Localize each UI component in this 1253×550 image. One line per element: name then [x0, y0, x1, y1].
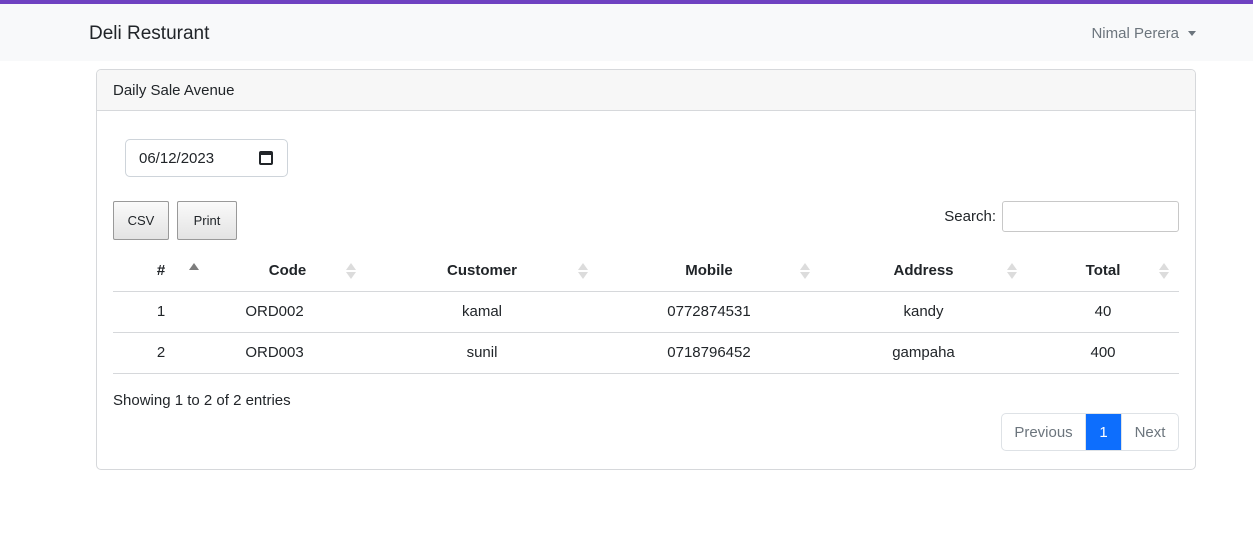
- cell-mobile: 0772874531: [598, 291, 820, 333]
- cell-customer: kamal: [366, 291, 598, 333]
- cell-number: 2: [113, 332, 209, 374]
- search-label: Search:: [944, 208, 996, 225]
- card-title: Daily Sale Avenue: [97, 70, 1195, 111]
- user-name: Nimal Perera: [1091, 25, 1179, 42]
- orders-table: # Code Customer Mobile Address Total 1 O…: [113, 250, 1179, 374]
- cell-customer: sunil: [366, 332, 598, 374]
- cell-code: ORD002: [209, 291, 366, 333]
- sort-icon: [578, 263, 588, 279]
- column-header-total[interactable]: Total: [1027, 250, 1179, 292]
- cell-address: gampaha: [820, 332, 1027, 374]
- date-input[interactable]: 06/12/2023: [125, 139, 288, 177]
- column-header-address[interactable]: Address: [820, 250, 1027, 292]
- cell-address: kandy: [820, 291, 1027, 333]
- sales-card: Daily Sale Avenue 06/12/2023 CSV Print S…: [96, 69, 1196, 470]
- date-value: 06/12/2023: [139, 149, 215, 167]
- pagination: Previous 1 Next: [1001, 413, 1179, 451]
- brand-link[interactable]: Deli Resturant: [89, 23, 209, 45]
- page-1-button[interactable]: 1: [1086, 414, 1121, 450]
- sort-icon: [1007, 263, 1017, 279]
- entries-info: Showing 1 to 2 of 2 entries: [113, 392, 291, 409]
- sort-icon: [346, 263, 356, 279]
- navbar: Deli Resturant Nimal Perera: [0, 4, 1253, 61]
- cell-mobile: 0718796452: [598, 332, 820, 374]
- sort-icon: [800, 263, 810, 279]
- column-header-code[interactable]: Code: [209, 250, 366, 292]
- cell-total: 400: [1027, 332, 1179, 374]
- sort-icon: [1159, 263, 1169, 279]
- cell-number: 1: [113, 291, 209, 333]
- table-row: 1 ORD002 kamal 0772874531 kandy 40: [113, 291, 1179, 333]
- previous-page-button[interactable]: Previous: [1002, 414, 1086, 450]
- column-header-number[interactable]: #: [113, 250, 209, 292]
- csv-button[interactable]: CSV: [113, 201, 169, 240]
- cell-code: ORD003: [209, 332, 366, 374]
- print-button[interactable]: Print: [177, 201, 237, 240]
- next-page-button[interactable]: Next: [1121, 414, 1178, 450]
- calendar-icon[interactable]: [259, 151, 273, 165]
- cell-total: 40: [1027, 291, 1179, 333]
- table-header-row: # Code Customer Mobile Address Total: [113, 250, 1179, 292]
- column-header-mobile[interactable]: Mobile: [598, 250, 820, 292]
- column-header-customer[interactable]: Customer: [366, 250, 598, 292]
- caret-down-icon: [1188, 31, 1196, 36]
- table-row: 2 ORD003 sunil 0718796452 gampaha 400: [113, 332, 1179, 374]
- sort-icon: [189, 263, 199, 279]
- user-dropdown[interactable]: Nimal Perera: [1091, 25, 1196, 42]
- search-input[interactable]: [1002, 201, 1179, 232]
